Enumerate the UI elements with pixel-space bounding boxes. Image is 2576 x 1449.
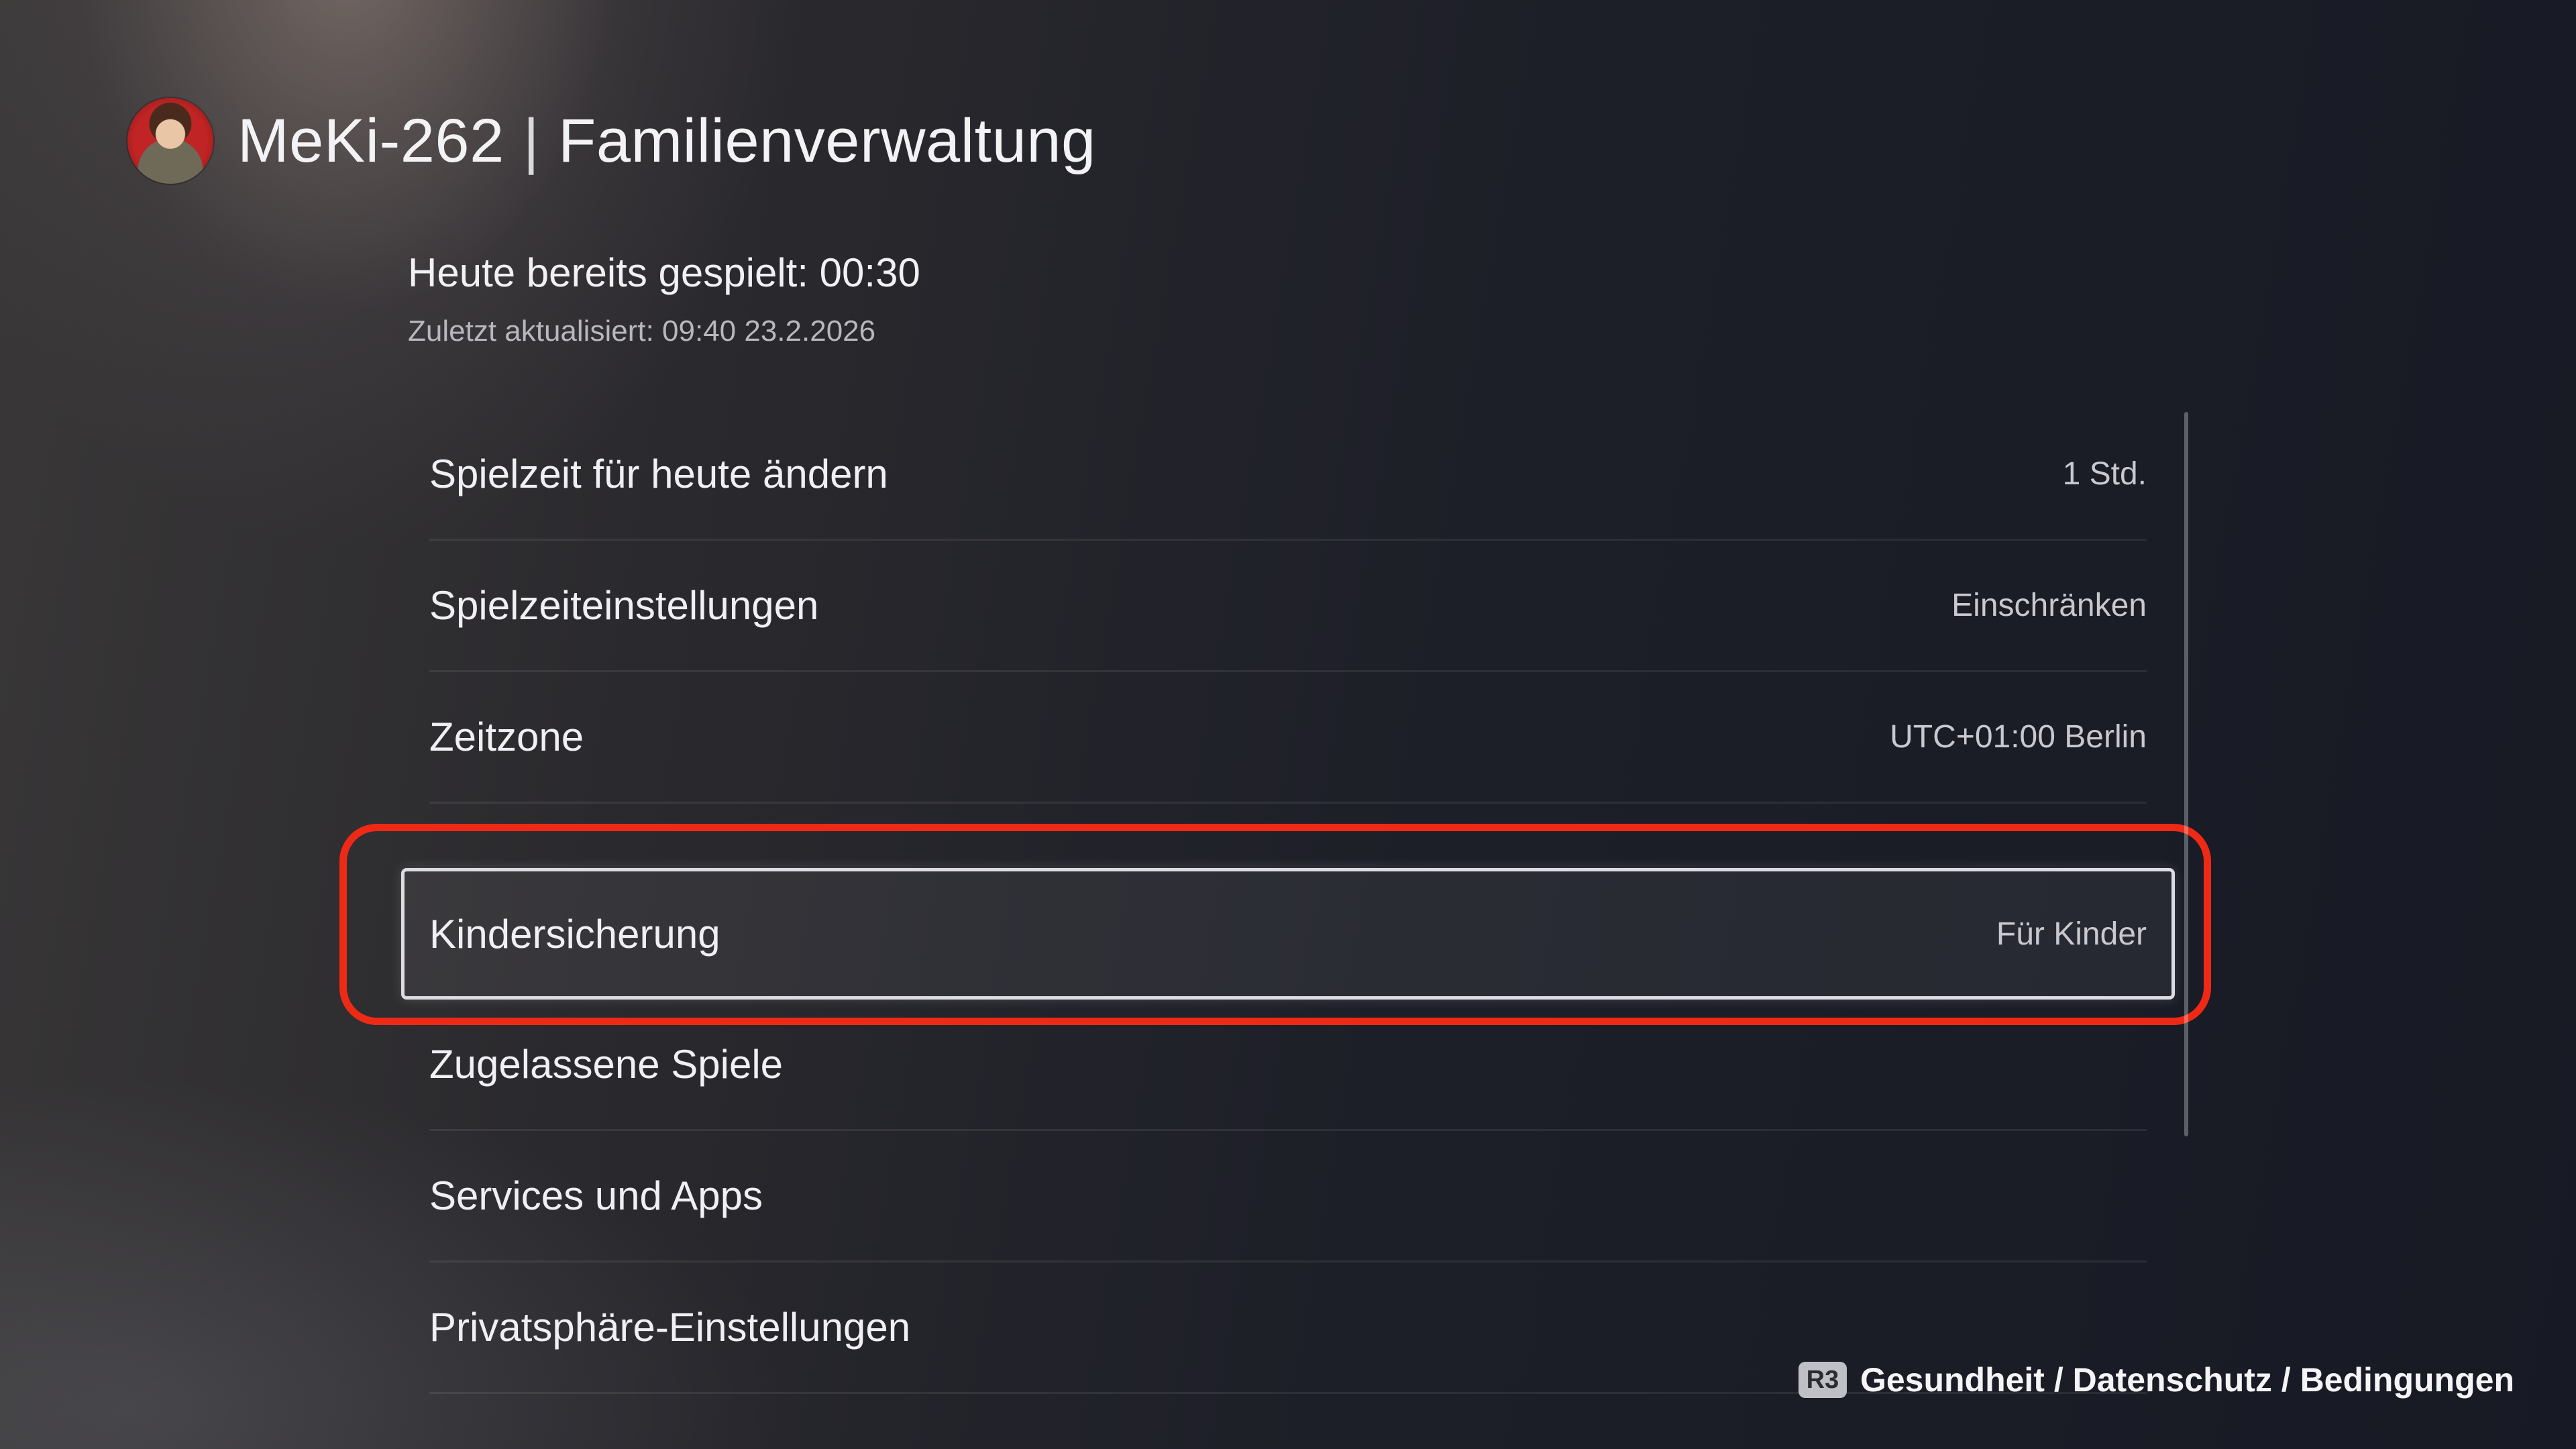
page-title: MeKi-262 | Familienverwaltung <box>237 106 1096 176</box>
section-title: Familienverwaltung <box>558 106 1096 175</box>
menu-item-label: Spielzeit für heute ändern <box>429 451 888 496</box>
menu-item-services-apps[interactable]: Services und Apps <box>429 1131 2147 1263</box>
menu-item-playtime-settings[interactable]: Spielzeiteinstellungen Einschränken <box>429 541 2147 672</box>
r3-button-icon: R3 <box>1798 1362 1847 1398</box>
menu-item-timezone[interactable]: Zeitzone UTC+01:00 Berlin <box>429 672 2147 804</box>
menu-item-parental-controls[interactable]: Kindersicherung Für Kinder <box>401 868 2175 1000</box>
settings-list: Spielzeit für heute ändern 1 Std. Spielz… <box>401 409 2175 1394</box>
menu-item-playtime-today[interactable]: Spielzeit für heute ändern 1 Std. <box>429 409 2147 541</box>
menu-item-label: Zugelassene Spiele <box>429 1042 784 1087</box>
title-separator: | <box>523 106 540 175</box>
menu-item-value: UTC+01:00 Berlin <box>1890 719 2147 755</box>
footer-hint[interactable]: R3 Gesundheit / Datenschutz / Bedingunge… <box>1798 1360 2514 1399</box>
menu-item-value: Für Kinder <box>1996 916 2147 952</box>
footer-link-text: Gesundheit / Datenschutz / Bedingungen <box>1860 1361 2514 1399</box>
menu-item-label: Services und Apps <box>429 1173 763 1218</box>
user-avatar[interactable] <box>127 98 213 184</box>
scrollbar[interactable] <box>2184 412 2188 1136</box>
menu-item-value: 1 Std. <box>2062 456 2147 492</box>
username: MeKi-262 <box>237 106 504 175</box>
menu-item-label: Kindersicherung <box>429 911 720 957</box>
playtime-status: Heute bereits gespielt: 00:30 Zuletzt ak… <box>408 250 920 348</box>
menu-item-label: Zeitzone <box>429 714 584 759</box>
last-updated-text: Zuletzt aktualisiert: 09:40 23.2.2026 <box>408 315 876 347</box>
menu-item-label: Spielzeiteinstellungen <box>429 583 819 628</box>
played-today-text: Heute bereits gespielt: 00:30 <box>408 250 920 295</box>
page-header: MeKi-262 | Familienverwaltung <box>127 94 1096 188</box>
menu-item-value: Einschränken <box>1951 588 2147 623</box>
menu-item-allowed-games[interactable]: Zugelassene Spiele <box>429 1000 2147 1131</box>
scrollbar-thumb[interactable] <box>2184 412 2188 1136</box>
menu-item-label: Privatsphäre-Einstellungen <box>429 1305 911 1350</box>
